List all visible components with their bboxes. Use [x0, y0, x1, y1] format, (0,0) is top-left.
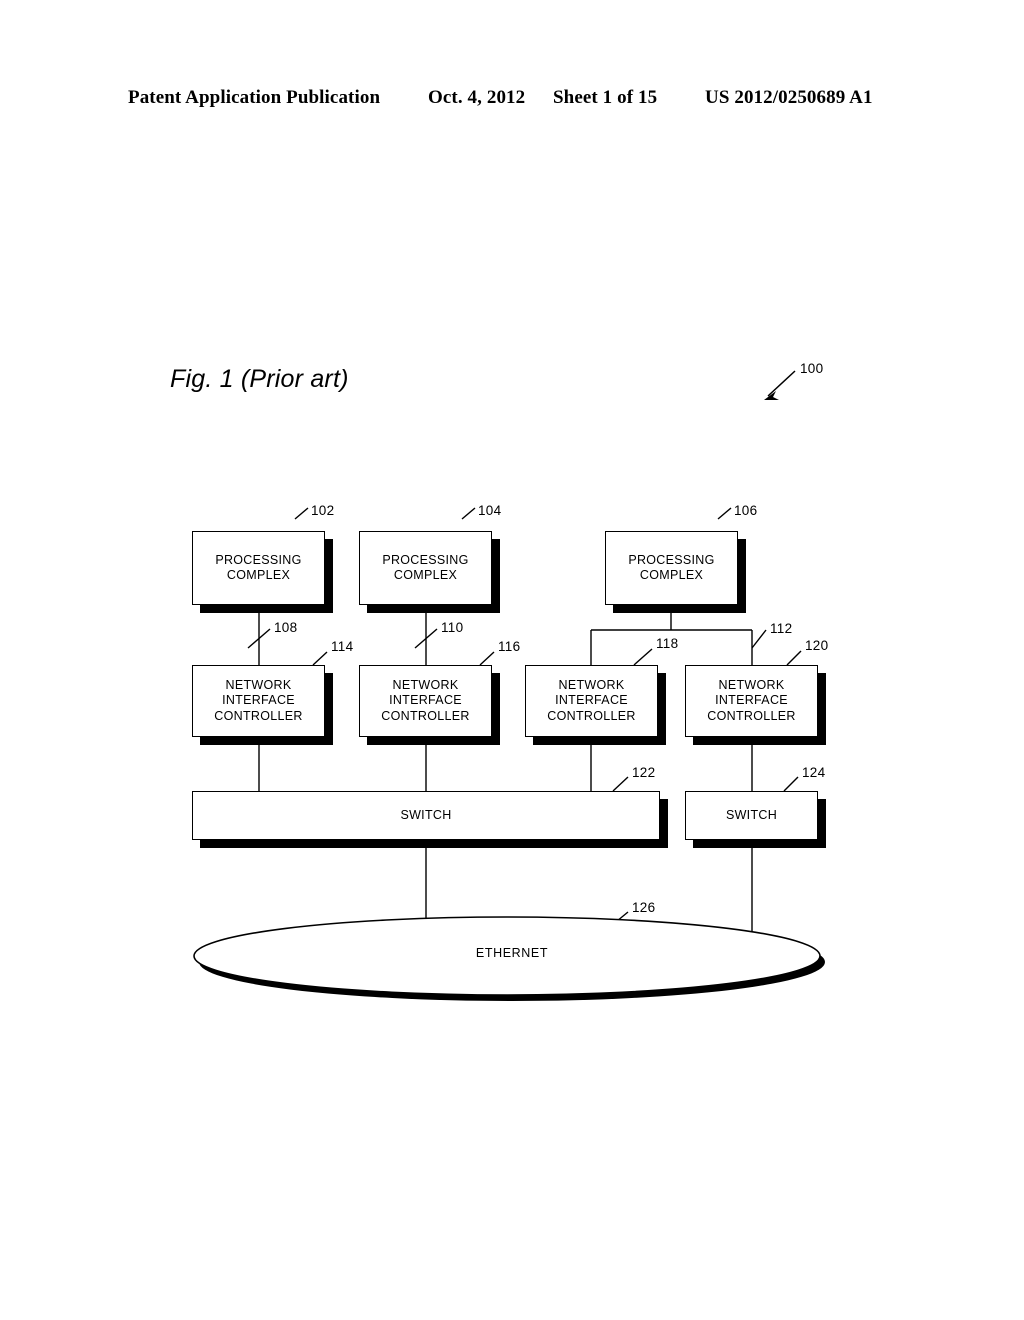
diagram-svg [193, 370, 825, 1001]
network-interface-controller-114[interactable]: NETWORK INTERFACE CONTROLLER [192, 665, 325, 737]
ethernet-label: ETHERNET [475, 946, 549, 960]
network-interface-controller-116-label: NETWORK INTERFACE CONTROLLER [381, 677, 470, 723]
ref-112: 112 [770, 621, 793, 636]
network-interface-controller-114-label: NETWORK INTERFACE CONTROLLER [214, 677, 303, 723]
ref-100: 100 [800, 361, 824, 376]
processing-complex-104-label: PROCESSING COMPLEX [382, 552, 469, 583]
switch-124-label: SWITCH [725, 807, 778, 822]
processing-complex-102-label: PROCESSING COMPLEX [215, 552, 302, 583]
ref-116: 116 [498, 639, 521, 654]
network-interface-controller-120-label: NETWORK INTERFACE CONTROLLER [707, 677, 796, 723]
system-ref-leader [764, 370, 796, 400]
network-interface-controller-120[interactable]: NETWORK INTERFACE CONTROLLER [685, 665, 818, 737]
ref-114: 114 [331, 639, 354, 654]
ref-120: 120 [805, 638, 829, 653]
switch-124[interactable]: SWITCH [685, 791, 818, 840]
ref-102: 102 [311, 503, 335, 518]
switch-122[interactable]: SWITCH [192, 791, 660, 840]
processing-complex-106-label: PROCESSING COMPLEX [628, 552, 715, 583]
connector-lines [258, 605, 753, 948]
network-interface-controller-118[interactable]: NETWORK INTERFACE CONTROLLER [525, 665, 658, 737]
ref-118: 118 [656, 636, 679, 651]
ref-124: 124 [802, 765, 826, 780]
ref-122: 122 [632, 765, 656, 780]
processing-complex-106[interactable]: PROCESSING COMPLEX [605, 531, 738, 605]
ref-104: 104 [478, 503, 502, 518]
ref-108: 108 [274, 620, 298, 635]
network-interface-controller-118-label: NETWORK INTERFACE CONTROLLER [547, 677, 636, 723]
processing-complex-104[interactable]: PROCESSING COMPLEX [359, 531, 492, 605]
figure-diagram [0, 0, 1024, 1320]
switch-122-label: SWITCH [400, 807, 452, 822]
processing-complex-102[interactable]: PROCESSING COMPLEX [192, 531, 325, 605]
network-interface-controller-116[interactable]: NETWORK INTERFACE CONTROLLER [359, 665, 492, 737]
ref-126: 126 [632, 900, 656, 915]
ref-110: 110 [441, 620, 464, 635]
ref-106: 106 [734, 503, 758, 518]
